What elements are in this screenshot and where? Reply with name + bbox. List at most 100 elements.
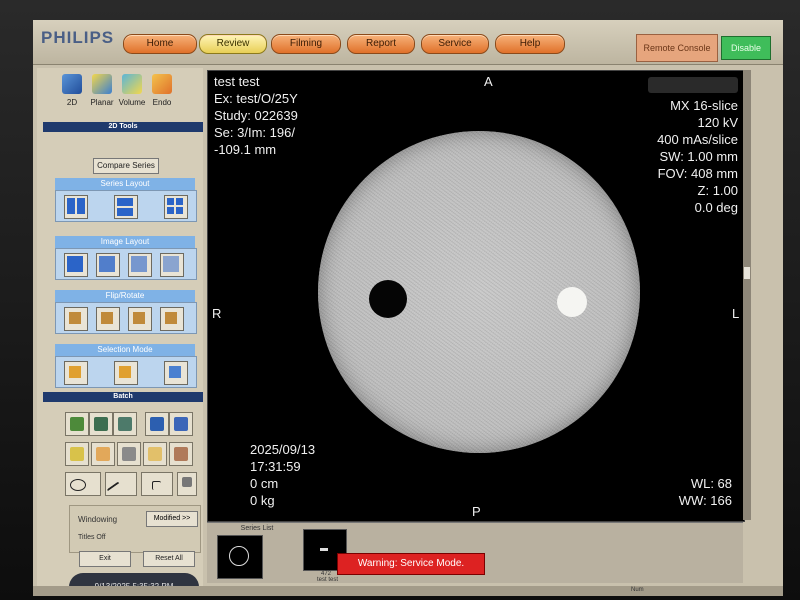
weight-value: 0 kg [250, 493, 275, 508]
orientation-left: R [212, 306, 222, 321]
image-layout-4-button[interactable] [96, 253, 120, 277]
flip-horizontal-button[interactable] [64, 307, 88, 331]
nav-help-button[interactable]: Help [495, 34, 565, 54]
scanner-model: MX 16-slice [670, 98, 738, 113]
line-measure-icon[interactable] [105, 472, 137, 503]
flip-vertical-button[interactable] [96, 307, 120, 331]
save-image-button[interactable] [65, 412, 89, 436]
screen: PHILIPS Home Review Filming Report Servi… [33, 20, 783, 596]
study-id: Study: 022639 [214, 108, 298, 123]
rotate-left-button[interactable] [128, 307, 152, 331]
nav-report-button[interactable]: Report [347, 34, 415, 54]
rotate-right-button[interactable] [160, 307, 184, 331]
image-layout-group [55, 248, 197, 280]
section-batch: Batch [43, 392, 203, 402]
slice-position: -109.1 mm [214, 142, 277, 157]
select-series-button[interactable] [114, 361, 138, 385]
status-bar: Num [33, 586, 783, 596]
phantom-thumbnail-icon [229, 546, 249, 566]
high-density-insert [557, 287, 587, 317]
series-image: Se: 3/Im: 196/ [214, 125, 295, 140]
overlay-bottom-right: WL: 68 WW: 166 [679, 475, 732, 509]
series-list-label: Series List [240, 525, 274, 532]
kv-value: 120 kV [697, 115, 738, 130]
redacted-bar [648, 77, 738, 93]
image-noise-texture [318, 131, 640, 453]
settings-icon[interactable] [169, 442, 193, 466]
left-tool-panel: 2D Planar Volume Endo 2D Tools Compare S… [37, 68, 203, 596]
info-icon[interactable] [145, 412, 169, 436]
nav-service-button[interactable]: Service [421, 34, 489, 54]
modified-button[interactable]: Modified >> [146, 511, 198, 527]
grid-icon[interactable] [177, 472, 197, 496]
ct-phantom-image [318, 131, 640, 453]
crosshair-icon[interactable] [141, 472, 173, 496]
tilt-value: 0.0 deg [694, 200, 738, 215]
overlay-top-left: test test Ex: test/O/25Y Study: 022639 S… [214, 73, 298, 158]
tab-volume[interactable]: Volume [117, 72, 147, 112]
scrollbar-thumb[interactable] [744, 267, 750, 279]
tab-endo-label: Endo [152, 98, 172, 107]
camera-icon[interactable] [89, 412, 113, 436]
philips-logo: PHILIPS [41, 28, 115, 47]
series-layout-4-button[interactable] [164, 195, 188, 219]
tab-planar-label: Planar [90, 98, 114, 107]
toolbar-row-1 [65, 412, 195, 438]
series-layout-2row-button[interactable] [114, 195, 138, 219]
overlay-top-right: MX 16-slice 120 kV 400 mAs/slice SW: 1.0… [657, 97, 738, 216]
nav-home-button[interactable]: Home [123, 34, 197, 54]
window-width: WW: 166 [678, 493, 732, 508]
print-icon[interactable] [113, 412, 137, 436]
selection-mode-group [55, 356, 197, 388]
slice-width: SW: 1.00 mm [659, 149, 738, 164]
pan-hand-icon[interactable] [91, 442, 115, 466]
select-all-button[interactable] [164, 361, 188, 385]
viewport-scrollbar[interactable] [743, 70, 751, 520]
series-strip: Series List 472 test test Warning: Servi… [207, 522, 743, 583]
series-layout-header: Series Layout [55, 178, 195, 190]
image-layout-header: Image Layout [55, 236, 195, 248]
image-thumbnail-marker [320, 548, 328, 551]
2d-icon [62, 74, 82, 94]
image-layout-16-button[interactable] [160, 253, 184, 277]
compare-series-button[interactable]: Compare Series [93, 158, 159, 174]
image-layout-1-button[interactable] [64, 253, 88, 277]
disable-button[interactable]: Disable [721, 36, 771, 60]
thumbnail-caption: test test [317, 577, 339, 583]
windowing-panel: Windowing Modified >> Titles Off [69, 505, 201, 553]
reset-all-button[interactable]: Reset All [143, 551, 195, 567]
toolbar-row-2 [65, 442, 195, 468]
tab-planar[interactable]: Planar [87, 72, 117, 112]
exam-info: Ex: test/O/25Y [214, 91, 298, 106]
zoom-icon[interactable] [117, 442, 141, 466]
tab-2d[interactable]: 2D [57, 72, 87, 112]
low-density-insert [369, 280, 407, 318]
height-value: 0 cm [250, 476, 279, 491]
tab-volume-label: Volume [118, 98, 146, 107]
flip-rotate-header: Flip/Rotate [55, 290, 195, 302]
num-lock-indicator: Num [631, 587, 644, 593]
export-icon[interactable] [169, 412, 193, 436]
window-level-icon[interactable] [143, 442, 167, 466]
tab-endo[interactable]: Endo [147, 72, 177, 112]
remote-console-label: Remote Console [636, 34, 718, 62]
volume-icon [122, 74, 142, 94]
exit-button[interactable]: Exit [79, 551, 131, 567]
planar-icon [92, 74, 112, 94]
image-layout-9-button[interactable] [128, 253, 152, 277]
selection-mode-header: Selection Mode [55, 344, 195, 356]
select-single-button[interactable] [64, 361, 88, 385]
series-thumbnail[interactable] [217, 535, 263, 579]
view-mode-tabs: 2D Planar Volume Endo [41, 72, 181, 112]
section-2d-tools: 2D Tools [43, 122, 203, 132]
nav-review-button[interactable]: Review [199, 34, 267, 54]
orientation-right: L [732, 306, 740, 321]
endo-icon [152, 74, 172, 94]
pointer-icon[interactable] [65, 442, 89, 466]
ellipse-roi-icon[interactable] [65, 472, 101, 496]
nav-filming-button[interactable]: Filming [271, 34, 341, 54]
titles-off-checkbox[interactable]: Titles Off [78, 534, 106, 541]
series-layout-2col-button[interactable] [64, 195, 88, 219]
image-viewport[interactable]: test test Ex: test/O/25Y Study: 022639 S… [207, 70, 745, 522]
overlay-bottom-left: 2025/09/13 17:31:59 0 cm 0 kg [250, 441, 315, 509]
